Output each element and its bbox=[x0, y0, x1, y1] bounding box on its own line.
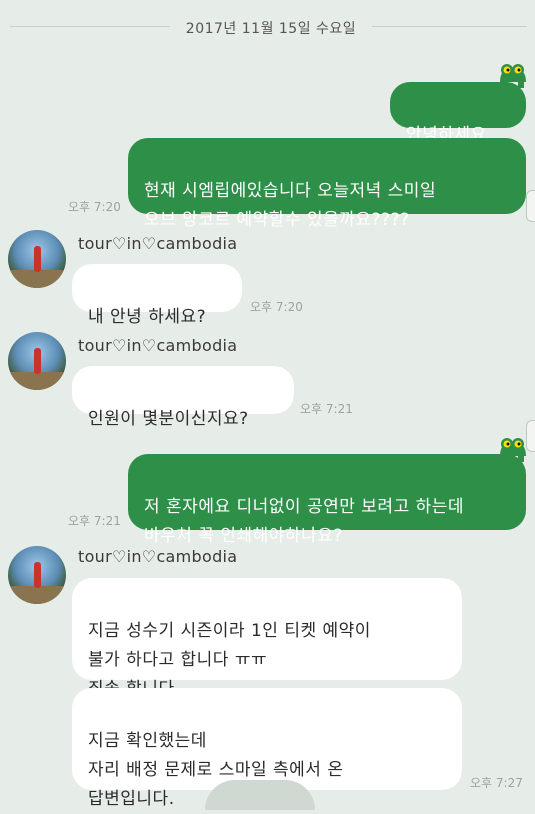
message-text: 현재 시엠립에있습니다 오늘저녁 스미일 오브 앙코르 예약할수 있을까요???… bbox=[144, 181, 437, 230]
sender-name: tour♡in♡cambodia bbox=[78, 547, 238, 566]
avatar[interactable] bbox=[8, 230, 66, 288]
sender-name: tour♡in♡cambodia bbox=[78, 234, 238, 253]
message-timestamp: 오후 7:27 bbox=[470, 776, 523, 790]
outgoing-message-bubble[interactable]: 현재 시엠립에있습니다 오늘저녁 스미일 오브 앙코르 예약할수 있을까요???… bbox=[128, 138, 526, 230]
divider-line-left bbox=[10, 26, 170, 27]
avatar[interactable] bbox=[8, 546, 66, 604]
scroll-handle[interactable] bbox=[526, 190, 535, 222]
message-timestamp: 오후 7:20 bbox=[68, 200, 121, 214]
message-timestamp: 오후 7:20 bbox=[250, 300, 303, 314]
scroll-handle[interactable] bbox=[526, 420, 535, 452]
message-text: 저 혼자에요 디너없이 공연만 보려고 하는데 바우처 꼭 인쇄해야하나요? bbox=[144, 497, 465, 546]
message-timestamp: 오후 7:21 bbox=[300, 402, 353, 416]
sender-name: tour♡in♡cambodia bbox=[78, 336, 238, 355]
outgoing-message-bubble[interactable]: 안녕하세요 bbox=[390, 82, 526, 145]
incoming-message-bubble[interactable]: 내 안녕 하세요? bbox=[72, 264, 242, 327]
message-timestamp: 오후 7:21 bbox=[68, 514, 121, 528]
incoming-message-bubble[interactable]: 인원이 몇분이신지요? bbox=[72, 366, 294, 429]
outgoing-message-bubble[interactable]: 저 혼자에요 디너없이 공연만 보려고 하는데 바우처 꼭 인쇄해야하나요? bbox=[128, 454, 526, 546]
bottom-decoration bbox=[205, 780, 315, 810]
date-divider: 2017년 11월 15일 수요일 bbox=[0, 14, 535, 40]
avatar[interactable] bbox=[8, 332, 66, 390]
message-text: 인원이 몇분이신지요? bbox=[88, 409, 249, 429]
date-label: 2017년 11월 15일 수요일 bbox=[185, 21, 357, 37]
incoming-message-bubble[interactable]: 지금 성수기 시즌이라 1인 티켓 예약이 불가 하다고 합니다 ㅠㅠ 죄송 합… bbox=[72, 578, 462, 699]
incoming-message-bubble[interactable]: 지금 확인했는데 자리 배정 문제로 스마일 측에서 온 답변입니다. bbox=[72, 688, 462, 809]
divider-line-right bbox=[372, 26, 527, 27]
message-text: 내 안녕 하세요? bbox=[88, 307, 207, 327]
